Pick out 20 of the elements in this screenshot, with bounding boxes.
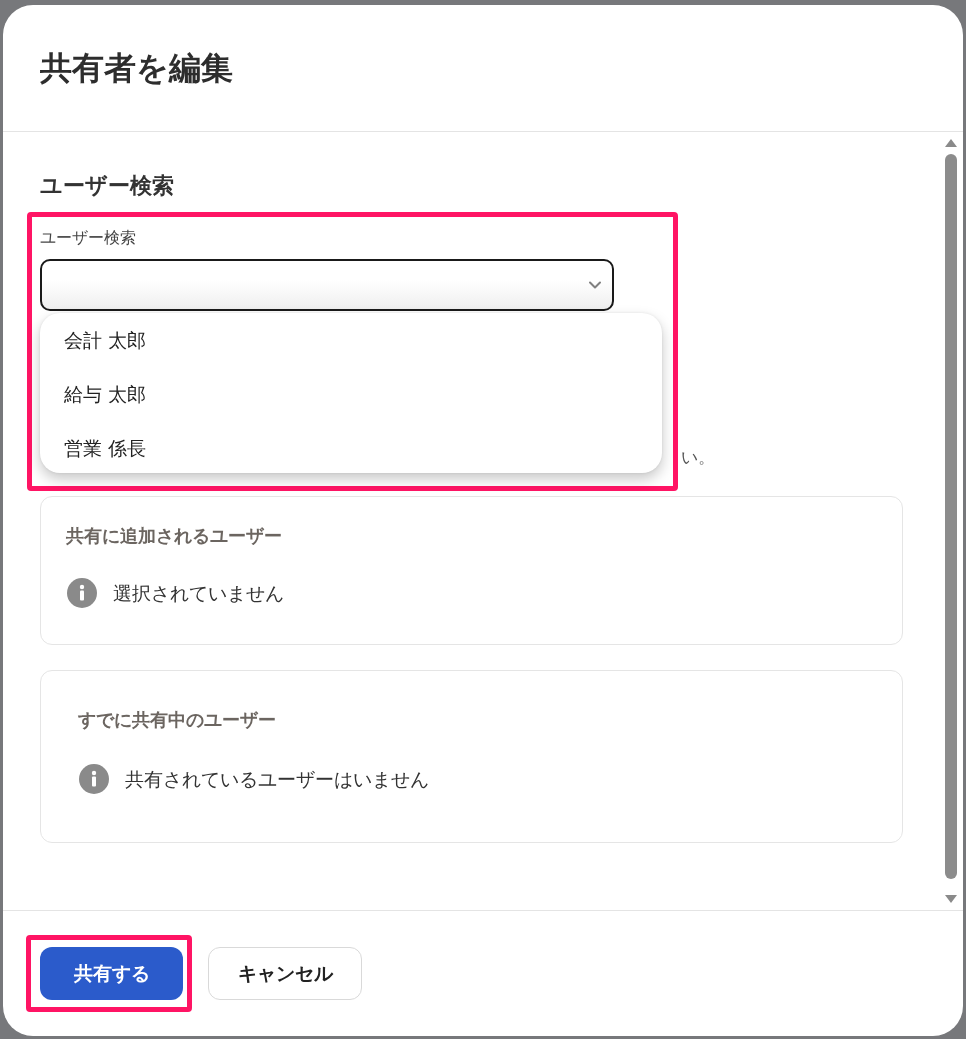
share-button[interactable]: 共有する [40, 947, 183, 1000]
scrollbar-thumb[interactable] [945, 154, 957, 879]
dropdown-option[interactable]: 給与 太郎 [40, 367, 662, 421]
helper-text: い。 [681, 447, 715, 467]
empty-message: 選択されていません [113, 581, 284, 606]
field-label: ユーザー検索 [40, 228, 136, 248]
dialog-title: 共有者を編集 [40, 48, 233, 88]
info-icon [79, 764, 109, 794]
info-icon [67, 578, 97, 608]
scroll-down-arrow-icon[interactable] [945, 895, 957, 903]
dropdown-option[interactable]: 営業 係長 [40, 421, 662, 473]
scroll-up-arrow-icon[interactable] [945, 139, 957, 147]
card-title: 共有に追加されるユーザー [66, 524, 282, 548]
card-title: すでに共有中のユーザー [78, 708, 276, 732]
user-search-dropdown[interactable] [40, 259, 614, 311]
dropdown-option[interactable]: 会計 太郎 [40, 313, 662, 367]
chevron-down-icon [589, 281, 601, 289]
empty-message: 共有されているユーザーはいません [125, 767, 429, 792]
section-heading: ユーザー検索 [40, 172, 174, 200]
cancel-button[interactable]: キャンセル [208, 947, 362, 1000]
